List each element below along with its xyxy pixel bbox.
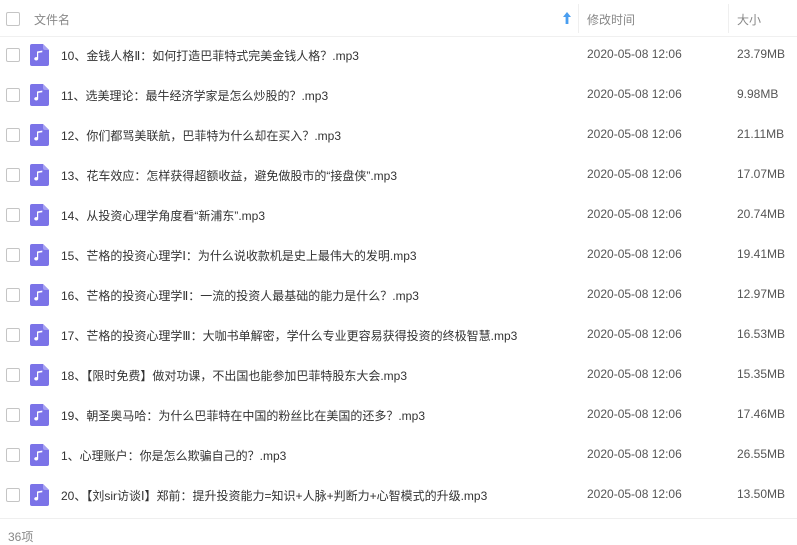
file-name[interactable]: 10、金钱人格Ⅱ：如何打造巴菲特式完美金钱人格？.mp3 [61,47,359,64]
column-divider[interactable] [728,4,729,33]
table-row[interactable]: 16、芒格的投资心理学Ⅱ：一流的投资人最基础的能力是什么？.mp3 2020-0… [0,275,797,315]
column-header-time[interactable]: 修改时间 [587,11,635,28]
audio-file-icon [30,284,49,306]
list-header: 文件名 修改时间 大小 [0,0,797,37]
table-row[interactable]: 11、选美理论：最牛经济学家是怎么炒股的？.mp3 2020-05-08 12:… [0,75,797,115]
row-checkbox[interactable] [6,328,20,342]
row-checkbox[interactable] [6,48,20,62]
audio-file-icon [30,44,49,66]
file-size: 20.74MB [737,207,786,221]
audio-file-icon [30,484,49,506]
row-checkbox[interactable] [6,248,20,262]
table-row[interactable]: 20、【刘sir访谈Ⅰ】郑前：提升投资能力=知识+人脉+判断力+心智模式的升级.… [0,475,797,515]
file-modified-time: 2020-05-08 12:06 [587,367,682,381]
audio-file-icon [30,84,49,106]
arrow-up-icon[interactable] [562,11,572,25]
table-row[interactable]: 1、心理账户：你是怎么欺骗自己的？.mp3 2020-05-08 12:06 2… [0,435,797,475]
file-modified-time: 2020-05-08 12:06 [587,447,682,461]
file-size: 19.41MB [737,247,786,261]
file-modified-time: 2020-05-08 12:06 [587,167,682,181]
file-size: 12.97MB [737,287,786,301]
audio-file-icon [30,404,49,426]
file-modified-time: 2020-05-08 12:06 [587,487,682,501]
row-checkbox[interactable] [6,208,20,222]
file-name[interactable]: 12、你们都骂美联航，巴菲特为什么却在买入？.mp3 [61,127,341,144]
audio-file-icon [30,244,49,266]
file-size: 15.35MB [737,367,786,381]
file-size: 17.46MB [737,407,786,421]
table-row[interactable]: 15、芒格的投资心理学Ⅰ：为什么说收款机是史上最伟大的发明.mp3 2020-0… [0,235,797,275]
file-name[interactable]: 20、【刘sir访谈Ⅰ】郑前：提升投资能力=知识+人脉+判断力+心智模式的升级.… [61,487,487,504]
audio-file-icon [30,324,49,346]
row-checkbox[interactable] [6,368,20,382]
item-count: 36项 [8,530,34,544]
file-modified-time: 2020-05-08 12:06 [587,247,682,261]
row-checkbox[interactable] [6,488,20,502]
file-name[interactable]: 13、花车效应：怎样获得超额收益，避免做股市的“接盘侠”.mp3 [61,167,397,184]
audio-file-icon [30,164,49,186]
file-modified-time: 2020-05-08 12:06 [587,207,682,221]
table-row[interactable]: 14、从投资心理学角度看“新浦东”.mp3 2020-05-08 12:06 2… [0,195,797,235]
file-name[interactable]: 18、【限时免费】做对功课，不出国也能参加巴菲特股东大会.mp3 [61,367,407,384]
table-row[interactable]: 13、花车效应：怎样获得超额收益，避免做股市的“接盘侠”.mp3 2020-05… [0,155,797,195]
file-modified-time: 2020-05-08 12:06 [587,127,682,141]
row-checkbox[interactable] [6,88,20,102]
file-name[interactable]: 1、心理账户：你是怎么欺骗自己的？.mp3 [61,447,286,464]
file-modified-time: 2020-05-08 12:06 [587,407,682,421]
column-divider[interactable] [578,4,579,33]
row-checkbox[interactable] [6,128,20,142]
audio-file-icon [30,444,49,466]
file-size: 13.50MB [737,487,786,501]
row-checkbox[interactable] [6,288,20,302]
file-modified-time: 2020-05-08 12:06 [587,327,682,341]
file-size: 9.98MB [737,87,779,101]
footer-divider [0,518,797,519]
audio-file-icon [30,204,49,226]
file-size: 26.55MB [737,447,786,461]
table-row[interactable]: 10、金钱人格Ⅱ：如何打造巴菲特式完美金钱人格？.mp3 2020-05-08 … [0,35,797,75]
file-size: 17.07MB [737,167,786,181]
audio-file-icon [30,364,49,386]
file-modified-time: 2020-05-08 12:06 [587,47,682,61]
file-name[interactable]: 17、芒格的投资心理学Ⅲ：大咖书单解密，学什么专业更容易获得投资的终极智慧.mp… [61,327,517,344]
file-modified-time: 2020-05-08 12:06 [587,87,682,101]
row-checkbox[interactable] [6,168,20,182]
table-row[interactable]: 12、你们都骂美联航，巴菲特为什么却在买入？.mp3 2020-05-08 12… [0,115,797,155]
table-row[interactable]: 18、【限时免费】做对功课，不出国也能参加巴菲特股东大会.mp3 2020-05… [0,355,797,395]
file-name[interactable]: 15、芒格的投资心理学Ⅰ：为什么说收款机是史上最伟大的发明.mp3 [61,247,417,264]
table-row[interactable]: 19、朝圣奥马哈：为什么巴菲特在中国的粉丝比在美国的还多？.mp3 2020-0… [0,395,797,435]
file-size: 21.11MB [737,127,785,141]
column-header-size[interactable]: 大小 [737,11,761,28]
audio-file-icon [30,124,49,146]
row-checkbox[interactable] [6,448,20,462]
select-all-checkbox[interactable] [6,12,20,26]
table-row[interactable]: 17、芒格的投资心理学Ⅲ：大咖书单解密，学什么专业更容易获得投资的终极智慧.mp… [0,315,797,355]
file-name[interactable]: 16、芒格的投资心理学Ⅱ：一流的投资人最基础的能力是什么？.mp3 [61,287,419,304]
file-size: 16.53MB [737,327,786,341]
file-name[interactable]: 11、选美理论：最牛经济学家是怎么炒股的？.mp3 [61,87,328,104]
file-name[interactable]: 19、朝圣奥马哈：为什么巴菲特在中国的粉丝比在美国的还多？.mp3 [61,407,425,424]
file-name[interactable]: 14、从投资心理学角度看“新浦东”.mp3 [61,207,265,224]
column-header-name[interactable]: 文件名 [34,11,70,28]
row-checkbox[interactable] [6,408,20,422]
file-modified-time: 2020-05-08 12:06 [587,287,682,301]
file-size: 23.79MB [737,47,786,61]
